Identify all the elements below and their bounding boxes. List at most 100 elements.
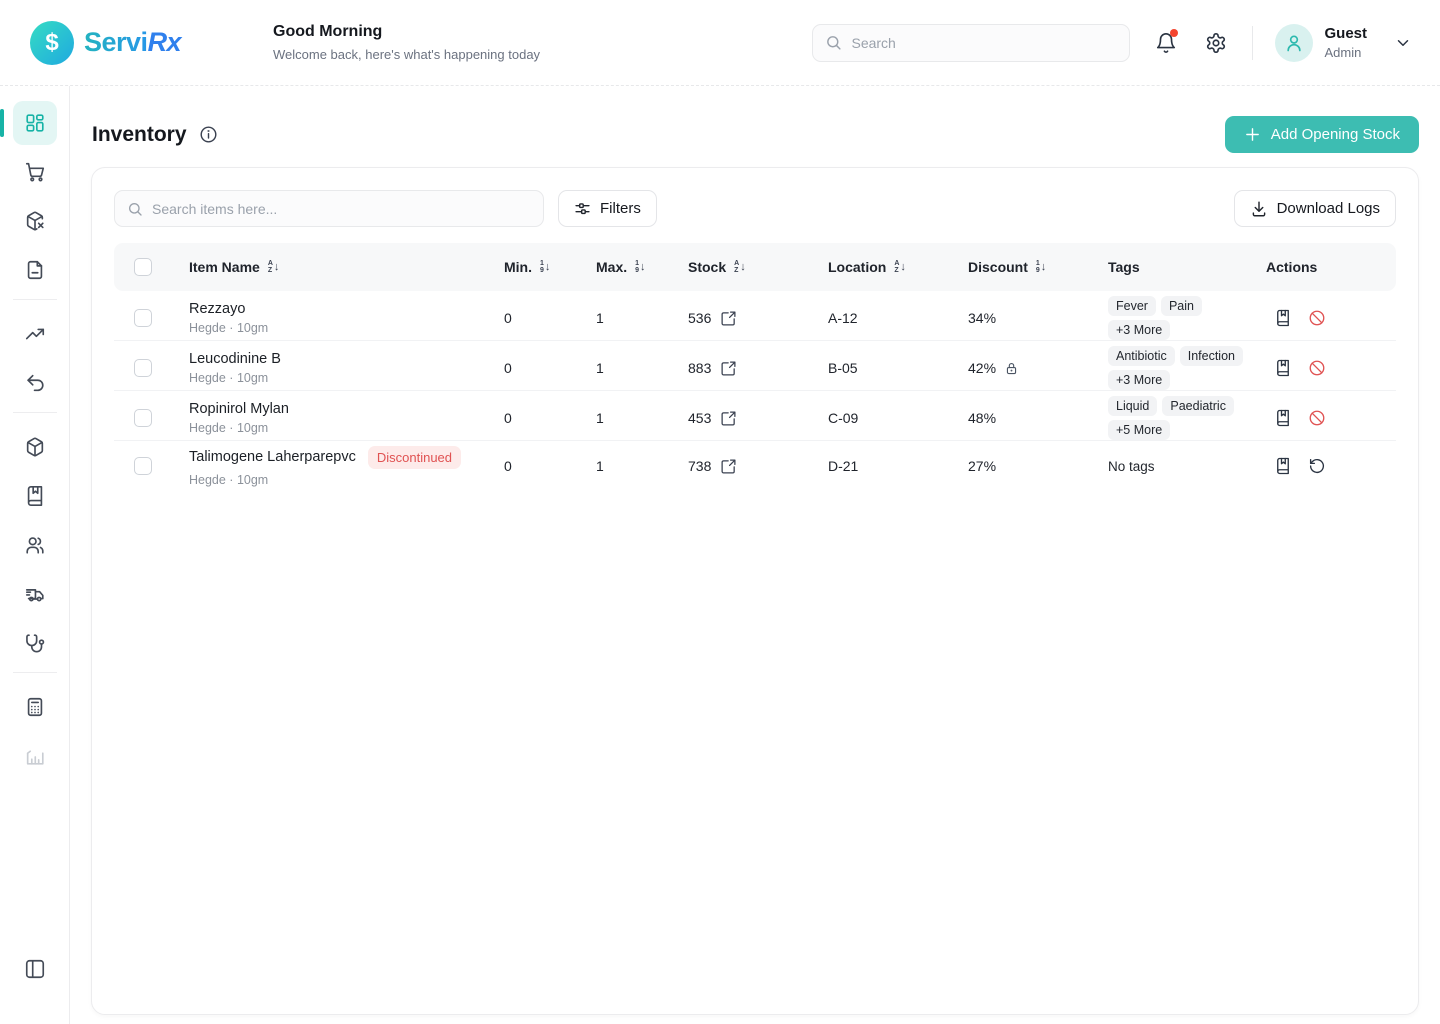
external-link-icon[interactable] (720, 458, 737, 475)
location-value: A-12 (828, 310, 968, 326)
deactivate-button[interactable] (1308, 359, 1326, 377)
item-search-input[interactable] (152, 201, 531, 217)
sidebar-item-stethoscope[interactable] (13, 621, 57, 665)
column-header-itemname[interactable]: Item NameAZ↓ (170, 259, 504, 275)
table-row: Rezzayo Hegde · 10gm 0 1 536 A-12 34% Fe… (114, 291, 1396, 341)
more-tags-chip[interactable]: +5 More (1108, 420, 1170, 440)
external-link-icon[interactable] (720, 360, 737, 377)
discount-value: 34% (968, 310, 996, 326)
sidebar-collapse-toggle[interactable] (13, 947, 57, 991)
sidebar-item-chart[interactable] (13, 734, 57, 778)
column-header-location[interactable]: LocationAZ↓ (828, 259, 968, 275)
item-search[interactable] (114, 190, 544, 227)
global-search-input[interactable] (851, 35, 1117, 51)
sidebar-item-undo[interactable] (13, 361, 57, 405)
dashboard-icon (24, 112, 46, 134)
select-all-checkbox[interactable] (134, 258, 152, 276)
book-action-icon (1274, 457, 1292, 475)
sidebar-item-package-x[interactable] (13, 199, 57, 243)
column-header-min[interactable]: Min.19↓ (504, 259, 596, 275)
actions-cell (1266, 309, 1396, 327)
sidebar-item-cart[interactable] (13, 150, 57, 194)
add-opening-stock-button[interactable]: Add Opening Stock (1225, 116, 1419, 153)
column-header-stock[interactable]: StockAZ↓ (688, 259, 828, 275)
row-checkbox[interactable] (134, 309, 152, 327)
sidebar-item-trending[interactable] (13, 312, 57, 356)
row-checkbox[interactable] (134, 409, 152, 427)
discount-value: 48% (968, 410, 996, 426)
table-row: Talimogene LaherparepvcDiscontinued Hegd… (114, 441, 1396, 491)
more-tags-chip[interactable]: +3 More (1108, 370, 1170, 390)
row-checkbox[interactable] (134, 457, 152, 475)
sidebar-nav (0, 86, 70, 1024)
sort-icon[interactable]: 19↓ (1036, 260, 1046, 274)
deactivate-button[interactable] (1308, 409, 1326, 427)
undo-icon (24, 372, 46, 394)
sidebar-item-truck[interactable] (13, 572, 57, 616)
filters-button[interactable]: Filters (558, 190, 657, 227)
download-logs-button[interactable]: Download Logs (1234, 190, 1396, 227)
ban-icon (1308, 359, 1326, 377)
sidebar-item-package[interactable] (13, 425, 57, 469)
panel-left-icon (24, 958, 46, 980)
tag-chip: Liquid (1108, 396, 1157, 416)
tags-cell: LiquidPaediatric+5 More (1108, 391, 1266, 445)
column-header-tags: Tags (1108, 259, 1266, 275)
actions-cell (1266, 457, 1396, 475)
discount-value: 42% (968, 360, 996, 376)
sidebar-item-book[interactable] (13, 474, 57, 518)
column-header-max[interactable]: Max.19↓ (596, 259, 688, 275)
tag-chip: Infection (1180, 346, 1243, 366)
sort-icon[interactable]: 19↓ (635, 260, 645, 274)
brand-logo[interactable]: $ ServiRx (0, 21, 273, 65)
download-icon (1250, 200, 1268, 218)
sort-icon[interactable]: AZ↓ (268, 260, 280, 274)
info-icon[interactable] (199, 125, 218, 144)
item-name: Talimogene Laherparepvc (189, 449, 356, 465)
log-book-button[interactable] (1274, 457, 1292, 475)
item-variant: Hegde · 10gm (189, 473, 504, 487)
tags-cell: No tags (1108, 454, 1266, 479)
cart-icon (24, 161, 46, 183)
max-value: 1 (596, 410, 688, 426)
item-name: Leucodinine B (189, 351, 281, 367)
sidebar-item-calculator[interactable] (13, 685, 57, 729)
sidebar-divider (13, 412, 57, 413)
table-row: Ropinirol Mylan Hegde · 10gm 0 1 453 C-0… (114, 391, 1396, 441)
global-search[interactable] (812, 24, 1130, 62)
document-icon (24, 259, 46, 281)
chevron-down-icon[interactable] (1394, 34, 1412, 52)
sidebar-item-dashboard[interactable] (13, 101, 57, 145)
settings-button[interactable] (1202, 29, 1230, 57)
log-book-button[interactable] (1274, 359, 1292, 377)
sort-icon[interactable]: AZ↓ (894, 260, 906, 274)
sort-icon[interactable]: 19↓ (540, 260, 550, 274)
column-header-discount[interactable]: Discount19↓ (968, 259, 1108, 275)
bar-chart-icon (24, 745, 46, 767)
log-book-button[interactable] (1274, 309, 1292, 327)
lock-icon (1004, 361, 1019, 376)
truck-icon (24, 583, 46, 605)
sort-icon[interactable]: AZ↓ (734, 260, 746, 274)
plus-icon (1244, 126, 1261, 143)
tag-chip: Antibiotic (1108, 346, 1175, 366)
deactivate-button[interactable] (1308, 309, 1326, 327)
row-checkbox[interactable] (134, 359, 152, 377)
item-variant: Hegde · 10gm (189, 371, 504, 385)
sidebar-item-document[interactable] (13, 248, 57, 292)
more-tags-chip[interactable]: +3 More (1108, 320, 1170, 340)
header-divider (1252, 26, 1253, 60)
stock-value: 883 (688, 360, 711, 376)
trending-up-icon (24, 323, 46, 345)
tags-cell: AntibioticInfection +3 More (1108, 341, 1266, 395)
no-tags-label: No tags (1108, 459, 1155, 474)
log-book-button[interactable] (1274, 409, 1292, 427)
external-link-icon[interactable] (720, 410, 737, 427)
external-link-icon[interactable] (720, 310, 737, 327)
item-name: Rezzayo (189, 301, 245, 317)
user-menu[interactable]: Guest Admin (1275, 24, 1412, 62)
restore-button[interactable] (1308, 457, 1326, 475)
sidebar-item-users[interactable] (13, 523, 57, 567)
location-value: B-05 (828, 360, 968, 376)
notifications-button[interactable] (1152, 29, 1180, 57)
